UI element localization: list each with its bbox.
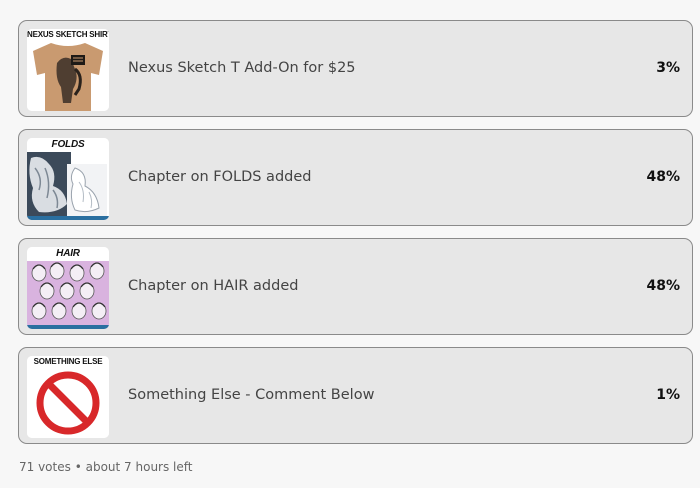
option-percent: 1% (656, 387, 680, 403)
option-label: Chapter on HAIR added (128, 278, 299, 294)
thumb-caption: HAIR (56, 248, 80, 259)
vote-count: 71 votes (19, 460, 71, 474)
thumb-caption: NEXUS SKETCH SHIRT (27, 30, 109, 39)
thumb-caption: SOMETHING ELSE (33, 357, 103, 366)
thumb-caption: FOLDS (51, 139, 85, 150)
time-left: about 7 hours left (85, 460, 193, 474)
poll-option-hair-chapter[interactable]: HAIR Chapter on HAIR added 48% (18, 238, 693, 335)
folds-sculpture-image-icon: FOLDS (27, 138, 109, 220)
option-percent: 48% (646, 278, 680, 294)
option-percent: 3% (656, 60, 680, 76)
prohibited-sign-icon: SOMETHING ELSE (27, 356, 109, 438)
separator-dot: • (74, 460, 82, 474)
tshirt-image-icon: NEXUS SKETCH SHIRT (27, 29, 109, 111)
poll-option-folds-chapter[interactable]: FOLDS Chapter on FOLDS added 48% (18, 129, 693, 226)
option-label: Something Else - Comment Below (128, 387, 375, 403)
poll-footer: 71 votes • about 7 hours left (19, 460, 192, 474)
option-percent: 48% (646, 169, 680, 185)
poll-option-nexus-sketch-tee[interactable]: NEXUS SKETCH SHIRT Nexus Sketch T Add-On… (18, 20, 693, 117)
option-label: Chapter on FOLDS added (128, 169, 312, 185)
option-label: Nexus Sketch T Add-On for $25 (128, 60, 356, 76)
poll-option-something-else[interactable]: SOMETHING ELSE Something Else - Comment … (18, 347, 693, 444)
poll: NEXUS SKETCH SHIRT Nexus Sketch T Add-On… (0, 0, 700, 488)
hair-sketches-image-icon: HAIR (27, 247, 109, 329)
